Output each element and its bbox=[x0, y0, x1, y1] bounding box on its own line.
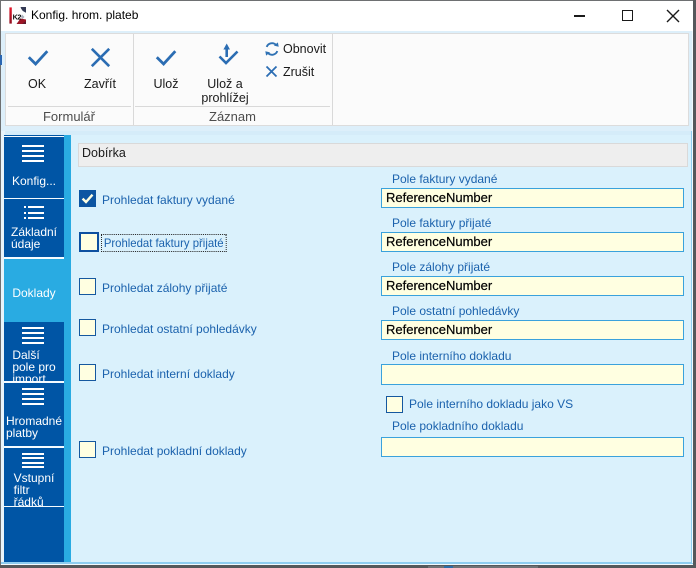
svg-text:K2: K2 bbox=[12, 12, 21, 21]
